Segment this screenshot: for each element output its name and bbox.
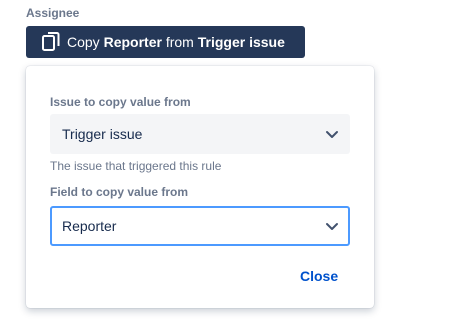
assignee-field-editor: Assignee Copy Reporter from Trigger issu… [0, 0, 453, 320]
issue-select-helper: The issue that triggered this rule [50, 159, 222, 173]
copy-button-source: Trigger issue [197, 34, 285, 50]
chevron-down-icon [324, 126, 340, 142]
field-select-label: Field to copy value from [50, 185, 189, 199]
issue-select-label: Issue to copy value from [50, 95, 191, 109]
issue-select-value: Trigger issue [62, 126, 143, 142]
issue-select[interactable]: Trigger issue [50, 114, 350, 154]
field-select-value: Reporter [62, 218, 117, 234]
copy-value-button[interactable]: Copy Reporter from Trigger issue [26, 26, 305, 58]
close-button[interactable]: Close [300, 268, 338, 284]
field-select[interactable]: Reporter [50, 206, 350, 246]
copy-value-popup: Issue to copy value from Trigger issue T… [26, 66, 374, 308]
copy-button-prefix: Copy [67, 34, 104, 50]
assignee-label: Assignee [26, 6, 80, 20]
copy-button-middle: from [161, 34, 198, 50]
copy-button-text: Copy Reporter from Trigger issue [67, 34, 285, 50]
copy-button-field: Reporter [103, 34, 162, 50]
chevron-down-icon [324, 218, 340, 234]
copy-icon [42, 32, 60, 52]
